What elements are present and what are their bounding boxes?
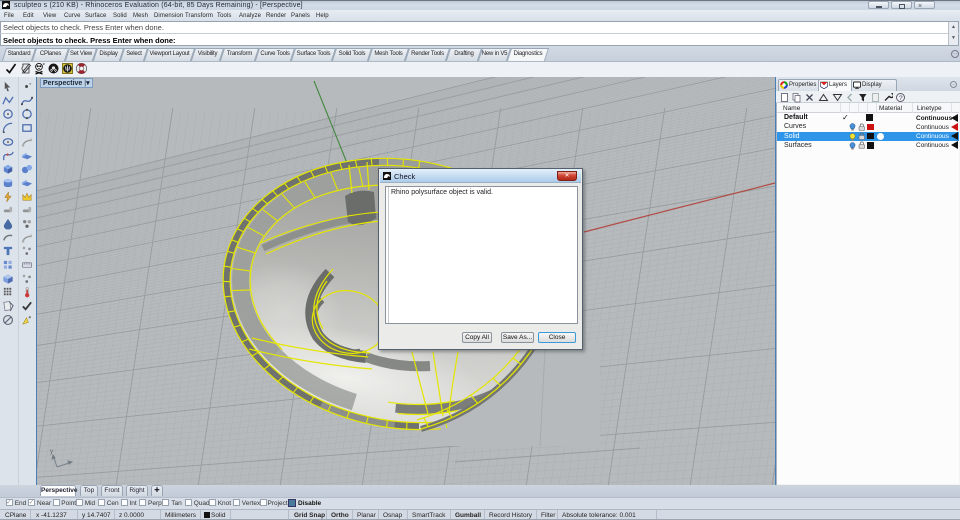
svg-text:y: y — [50, 449, 53, 455]
svg-text:?: ? — [899, 95, 903, 102]
